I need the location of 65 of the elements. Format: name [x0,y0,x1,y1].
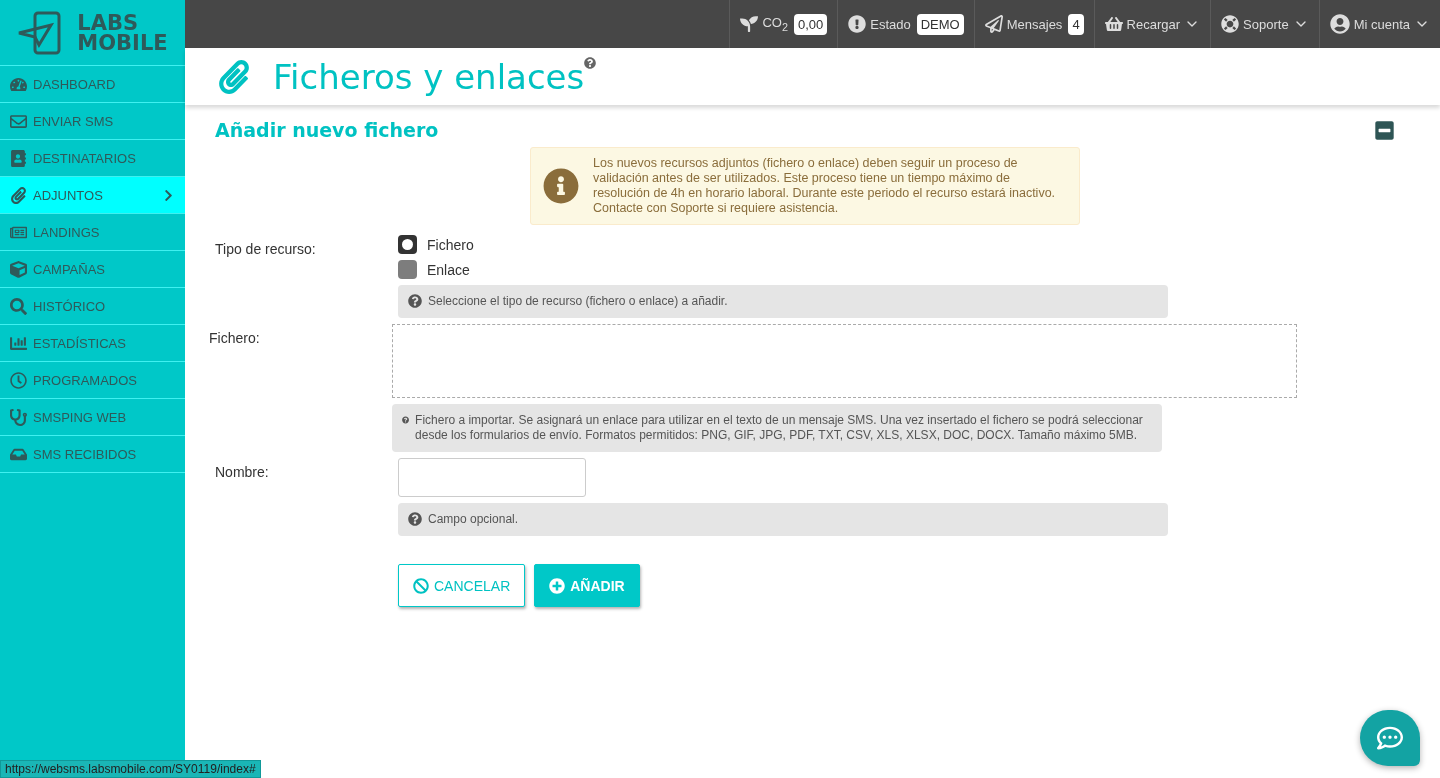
topbar-item[interactable]: Recargar [1093,0,1211,48]
sidebar-item[interactable]: PROGRAMADOS [0,362,185,399]
paperclip-icon [10,186,27,204]
envelope-icon [10,112,27,130]
radio-icon[interactable] [398,235,417,254]
paper-plane-icon [984,15,1003,33]
radio-label: Fichero [427,236,474,253]
sidebar-item[interactable]: CAMPAÑAS [0,251,185,288]
dashboard-icon [10,75,27,93]
chevron-right-icon [162,188,175,202]
add-button[interactable]: AÑADIR [534,564,640,607]
field-label: Tipo de recurso: [215,240,317,257]
contact-book-icon [10,149,27,167]
sidebar-item[interactable]: SMSPING WEB [0,399,185,436]
name-input[interactable] [398,458,586,497]
field-label: Fichero: [209,329,261,346]
lifebuoy-icon [1221,15,1240,33]
count-badge: 0,00 [793,13,828,35]
cube-icon [10,260,27,278]
logo-text: LABS MOBILE [77,12,168,53]
topbar-item[interactable]: Estado DEMO [837,0,974,48]
radio-option[interactable]: Fichero [398,235,1395,254]
sidebar-item[interactable]: ENVIAR SMS [0,103,185,140]
help-message: Campo opcional. [428,512,519,527]
chat-button[interactable] [1360,710,1420,766]
topbar-item[interactable]: Soporte [1210,0,1319,48]
section-title: Añadir nuevo fichero [215,119,439,141]
help-icon [408,294,422,308]
clock-icon [10,371,27,389]
sidebar-item[interactable]: LANDINGS [0,214,185,251]
count-badge: 4 [1068,13,1084,35]
radio-icon[interactable] [398,260,417,279]
basket-icon [1104,15,1123,33]
topbar-item[interactable]: CO$_{2}$ 0,00 [729,0,838,48]
notice-text: Los nuevos recursos adjuntos (fichero o enlace) deben seguir un proceso de validación antes de ser utilizados. Este proceso tiene un tiempo máximo de resolución de 4h en horario laboral. Durante este periodo el recurso estará inactivo. Contacte con Soporte si requiere asistencia. [593,156,1057,216]
exclamation-icon [848,15,867,33]
radio-label: Enlace [427,261,470,278]
help-icon[interactable] [584,56,597,69]
topbar-item[interactable]: Mensajes 4 [973,0,1094,48]
leaf-icon [740,15,759,33]
sidebar-item[interactable]: ESTADÍSTICAS [0,325,185,362]
help-icon [408,512,422,526]
search-icon [10,297,27,315]
plus-icon [549,577,566,594]
info-icon [543,168,579,204]
sidebar-item[interactable]: SMS RECIBIDOS [0,436,185,473]
sidebar-item[interactable]: DASHBOARD [0,66,185,103]
topbar-item[interactable]: Mi cuenta [1318,0,1440,48]
radio-option[interactable]: Enlace [398,260,1395,279]
help-message: Fichero a importar. Se asignará un enlace para utilizar en el texto de un mensaje SMS. Una vez insertado el fichero se podrá seleccionar desde los formularios de envío. Formatos permitidos: PNG, GIF, JPG, PDF, TXT, CSV, XLS, XLSX, DOC, DOCX. Tamaño máximo 5MB. [415,413,1144,443]
paperclip-icon [217,59,251,94]
user-icon [1329,14,1350,34]
status-url: https://websms.labsmobile.com/SY0119/index# [0,760,261,778]
count-badge: DEMO [916,13,964,35]
bar-chart-icon [10,334,27,352]
sidebar-item[interactable]: HISTÓRICO [0,288,185,325]
stethoscope-icon [10,408,27,426]
chat-icon [1377,725,1403,751]
page-title: Ficheros y enlaces [273,56,585,97]
sidebar-item[interactable]: ADJUNTOS [0,177,185,214]
collapse-button[interactable] [1374,119,1395,141]
help-message: Seleccione el tipo de recurso (fichero o enlace) a añadir. [428,294,728,309]
field-label: Nombre: [215,463,270,480]
ban-icon [413,577,429,594]
cancel-button[interactable]: CANCELAR [398,564,526,607]
